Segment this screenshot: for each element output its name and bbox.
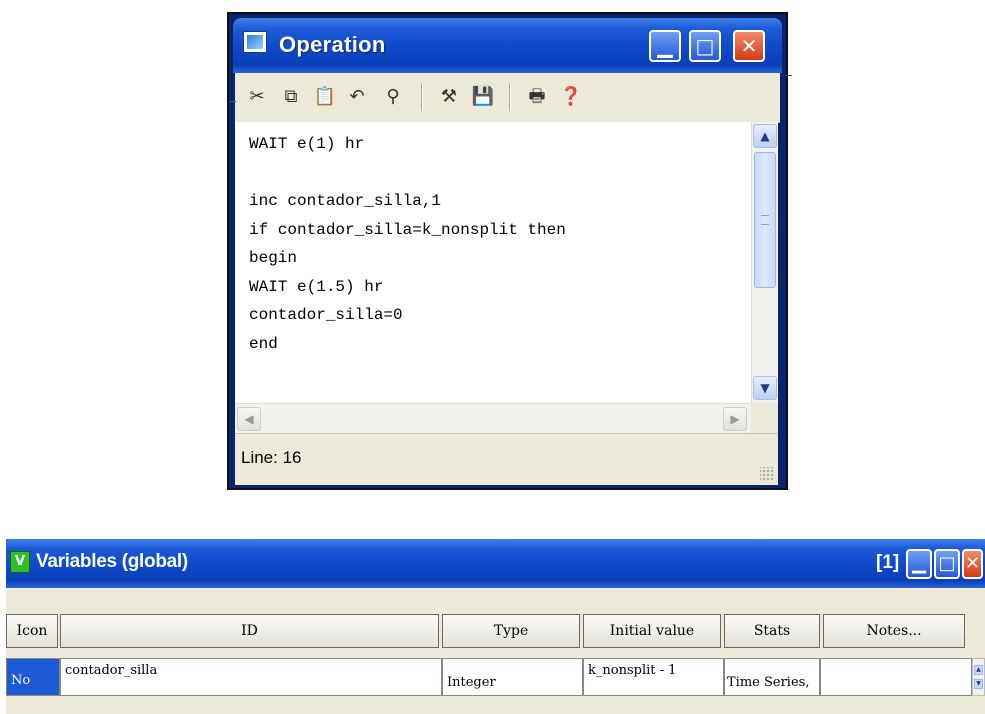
table-row-icon-cell[interactable]: No (6, 658, 60, 696)
toolbar-separator (421, 83, 423, 111)
horizontal-scrollbar[interactable]: ◀ ▶ (235, 403, 751, 433)
column-header-initial-value[interactable]: Initial value (583, 614, 721, 648)
table-row-type-cell[interactable]: Integer (442, 658, 583, 696)
scroll-down-button[interactable]: ▼ (753, 376, 777, 400)
code-text[interactable]: WAIT e(1) hr inc contador_silla,1 if con… (235, 122, 751, 358)
cell-id-value: contador_silla (65, 663, 158, 678)
minimize-button[interactable]: ▁ (649, 30, 681, 62)
print-icon[interactable]: 🖶 (525, 85, 549, 109)
scrollbar-corner (751, 403, 778, 433)
table-row-initial-value-cell[interactable]: k_nonsplit - 1 (583, 658, 724, 696)
variables-table: Icon ID Type Initial value Stats Notes..… (6, 588, 985, 714)
maximize-icon: □ (938, 553, 956, 574)
operation-window: Operation ▁ □ ✕ ✂ ⧉ 📋 ↶ ⚲ ⚒ 💾 🖶 ❓ WAIT e… (227, 12, 788, 490)
build-icon[interactable]: ⚒ (437, 85, 461, 109)
variables-minimize-button[interactable]: ▁ (906, 549, 932, 579)
close-icon: ✕ (740, 34, 758, 58)
cell-type-value: Integer (447, 675, 496, 690)
vertical-scrollbar[interactable]: ▲ ▼ (751, 122, 778, 403)
variables-maximize-button[interactable]: □ (934, 549, 960, 579)
variables-app-icon: V (10, 551, 30, 573)
scroll-right-button[interactable]: ▶ (723, 407, 747, 431)
table-row-id-cell[interactable]: contador_silla (60, 658, 442, 696)
maximize-button[interactable]: □ (689, 30, 721, 62)
scroll-up-button[interactable]: ▲ (753, 124, 777, 148)
column-header-stats[interactable]: Stats (724, 614, 820, 648)
scroll-left-button[interactable]: ◀ (237, 407, 261, 431)
editor-toolbar: ✂ ⧉ 📋 ↶ ⚲ ⚒ 💾 🖶 ❓ (235, 73, 780, 123)
divider (230, 101, 236, 102)
save-icon[interactable]: 💾 (471, 85, 495, 109)
copy-icon[interactable]: ⧉ (279, 85, 303, 109)
undo-icon[interactable]: ↶ (345, 85, 369, 109)
window-title: Operation (279, 32, 386, 57)
column-header-type[interactable]: Type (442, 614, 580, 648)
variables-title-bar[interactable]: V Variables (global) [1] ▁ □ ✕ (6, 539, 985, 588)
line-status: Line: 16 (241, 448, 302, 467)
table-row-stats-cell[interactable]: Time Series, (724, 658, 820, 696)
toolbar-separator (509, 83, 511, 111)
variables-title: Variables (global) (36, 551, 188, 572)
cell-icon-value: No (11, 673, 31, 688)
find-icon[interactable]: ⚲ (381, 85, 405, 109)
table-scroll-down-button[interactable]: ▼ (974, 679, 983, 689)
maximize-icon: □ (695, 34, 715, 58)
paste-icon[interactable]: 📋 (313, 85, 337, 109)
cell-initial-value: k_nonsplit - 1 (588, 663, 677, 678)
help-icon[interactable]: ❓ (559, 85, 583, 109)
variables-close-button[interactable]: ✕ (962, 549, 983, 579)
variables-count: [1] (876, 552, 900, 573)
operation-title-bar[interactable]: Operation ▁ □ ✕ (233, 18, 782, 73)
minimize-icon: ▁ (912, 553, 926, 574)
variables-window: V Variables (global) [1] ▁ □ ✕ Icon ID T… (6, 533, 985, 714)
code-editor[interactable]: WAIT e(1) hr inc contador_silla,1 if con… (235, 122, 751, 403)
divider (785, 75, 792, 76)
status-bar: Line: 16 (235, 433, 778, 485)
column-header-notes[interactable]: Notes... (823, 614, 965, 648)
column-header-id[interactable]: ID (60, 614, 439, 648)
cut-icon[interactable]: ✂ (245, 85, 269, 109)
table-row-notes-cell[interactable] (820, 658, 972, 696)
window-app-icon (243, 31, 267, 53)
minimize-icon: ▁ (657, 34, 673, 58)
column-header-icon[interactable]: Icon (6, 614, 58, 648)
resize-grip-icon[interactable] (760, 467, 774, 481)
table-scroll-up-button[interactable]: ▲ (974, 665, 983, 675)
table-scrollbar[interactable]: ▲ ▼ (972, 658, 985, 696)
cell-stats-value: Time Series, (727, 675, 810, 690)
vertical-scroll-thumb[interactable] (754, 152, 776, 288)
close-button[interactable]: ✕ (733, 30, 765, 62)
close-icon: ✕ (964, 553, 981, 574)
